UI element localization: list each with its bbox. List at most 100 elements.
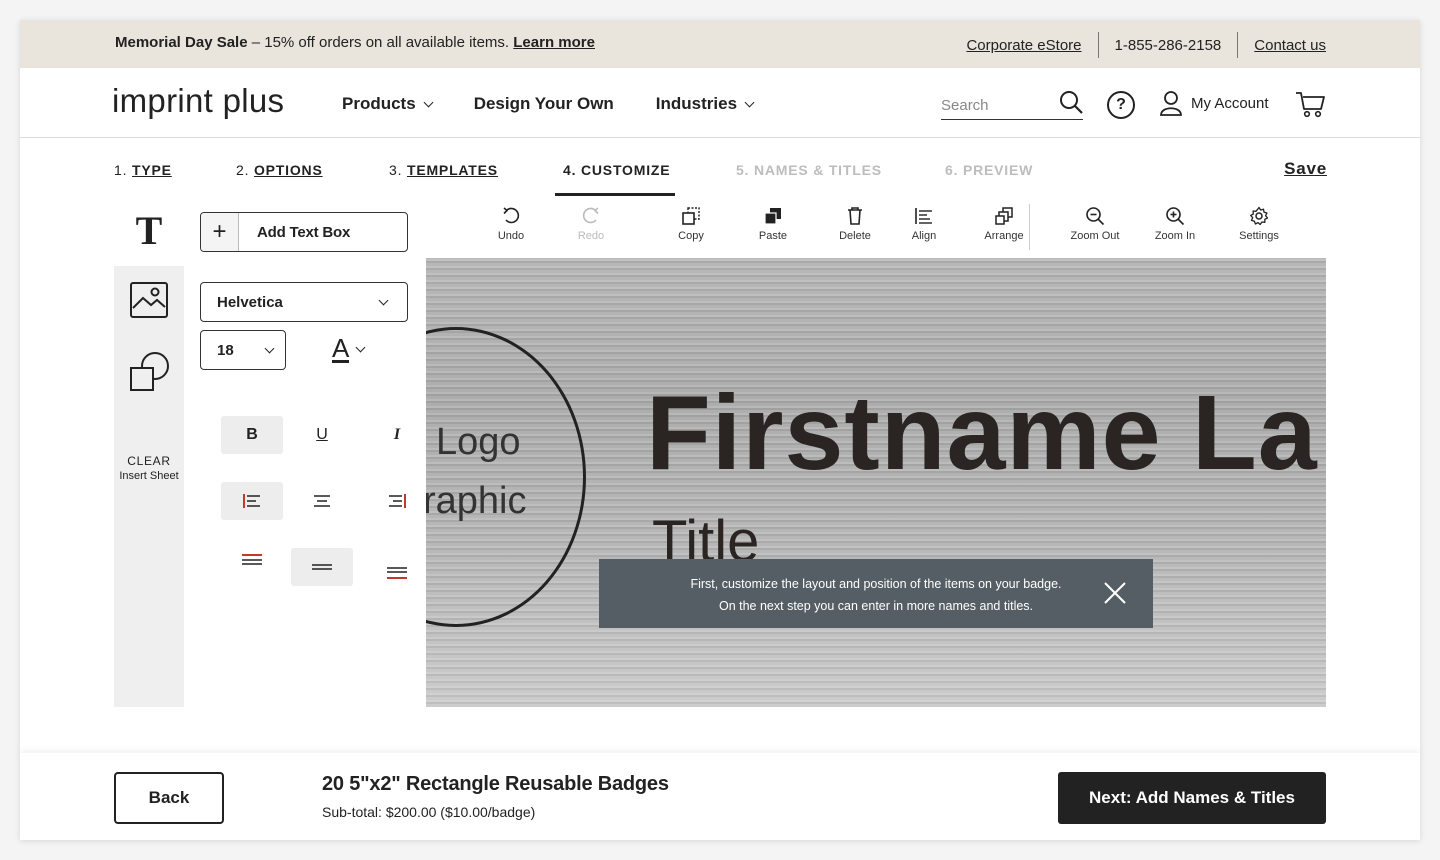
site-logo[interactable]: imprint plus bbox=[112, 82, 284, 120]
paste-label: Paste bbox=[758, 230, 788, 242]
redo-icon bbox=[582, 207, 599, 224]
subtotal: Sub-total: $200.00 ($10.00/badge) bbox=[322, 804, 536, 820]
help-icon[interactable]: ? bbox=[1107, 91, 1135, 119]
zoom-in-label: Zoom In bbox=[1154, 230, 1196, 242]
image-icon[interactable] bbox=[129, 280, 169, 320]
zoom-out-label: Zoom Out bbox=[1070, 230, 1120, 242]
step-number: 3. bbox=[389, 162, 403, 178]
undo-icon bbox=[503, 207, 520, 224]
valign-top-icon bbox=[242, 554, 262, 565]
align-button[interactable]: Align bbox=[889, 206, 959, 242]
undo-button[interactable]: Undo bbox=[476, 206, 546, 242]
toolbar-divider bbox=[1029, 204, 1030, 250]
next-button[interactable]: Next: Add Names & Titles bbox=[1058, 772, 1326, 824]
clear-insert-sheet-button[interactable]: CLEAR Insert Sheet bbox=[114, 454, 184, 482]
redo-button[interactable]: Redo bbox=[556, 206, 626, 242]
settings-button[interactable]: Settings bbox=[1224, 206, 1294, 242]
valign-middle-button[interactable] bbox=[291, 548, 353, 586]
text-tool-tab[interactable]: T bbox=[114, 196, 184, 266]
paste-button[interactable]: Paste bbox=[738, 206, 808, 242]
add-text-box-label: Add Text Box bbox=[257, 223, 351, 241]
valign-bottom-button[interactable] bbox=[366, 554, 428, 592]
nav-design-label: Design Your Own bbox=[473, 94, 614, 113]
name-text-box[interactable]: Firstname La bbox=[646, 373, 1318, 494]
align-left-icon bbox=[243, 494, 260, 508]
nav-products[interactable]: Products bbox=[342, 94, 434, 114]
zoom-out-button[interactable]: Zoom Out bbox=[1060, 206, 1130, 242]
align-label: Align bbox=[911, 230, 937, 242]
corporate-estore-link[interactable]: Corporate eStore bbox=[950, 37, 1097, 54]
back-button[interactable]: Back bbox=[114, 772, 224, 824]
step-names-titles: 5. NAMES & TITLES bbox=[736, 162, 882, 178]
promo-message: Memorial Day Sale – 15% off orders on al… bbox=[115, 34, 595, 51]
save-button[interactable]: Save bbox=[1284, 159, 1327, 179]
logo-placeholder-text[interactable]: Logo bbox=[436, 421, 521, 464]
italic-button[interactable]: I bbox=[366, 416, 428, 454]
main-nav: Products Design Your Own Industries bbox=[342, 94, 795, 114]
step-type[interactable]: 1. TYPE bbox=[114, 162, 172, 178]
step-number: 2. bbox=[236, 162, 250, 178]
step-navigation: 1. TYPE 2. OPTIONS 3. TEMPLATES 4. CUSTO… bbox=[20, 138, 1420, 196]
step-templates[interactable]: 3. TEMPLATES bbox=[389, 162, 498, 178]
close-icon[interactable] bbox=[1103, 581, 1127, 605]
chevron-down-icon bbox=[355, 342, 366, 353]
graphic-placeholder-text[interactable]: raphic bbox=[426, 480, 527, 523]
promo-title: Memorial Day Sale bbox=[115, 34, 248, 51]
nav-design-your-own[interactable]: Design Your Own bbox=[474, 94, 614, 114]
text-options-panel: + Add Text Box Helvetica 18 A B U I bbox=[184, 196, 426, 707]
tooltip-line: On the next step you can enter in more n… bbox=[718, 599, 1034, 613]
plus-icon: + bbox=[201, 213, 239, 251]
align-right-icon bbox=[389, 494, 406, 508]
shapes-icon[interactable] bbox=[129, 350, 169, 392]
learn-more-link[interactable]: Learn more bbox=[513, 34, 595, 51]
zoom-in-button[interactable]: Zoom In bbox=[1140, 206, 1210, 242]
valign-top-button[interactable] bbox=[221, 542, 283, 580]
copy-label: Copy bbox=[678, 230, 704, 242]
my-account-label: My Account bbox=[1191, 94, 1269, 112]
step-label: PREVIEW bbox=[962, 162, 1034, 178]
step-number: 5. bbox=[736, 162, 750, 178]
nav-industries[interactable]: Industries bbox=[656, 94, 755, 114]
text-color-picker[interactable]: A bbox=[332, 335, 366, 363]
font-family-select[interactable]: Helvetica bbox=[200, 282, 408, 322]
align-icon bbox=[915, 208, 932, 224]
step-options[interactable]: 2. OPTIONS bbox=[236, 162, 323, 178]
user-icon bbox=[1160, 91, 1182, 116]
step-number: 1. bbox=[114, 162, 128, 178]
bold-button[interactable]: B bbox=[221, 416, 283, 454]
product-name: 20 5"x2" Rectangle Reusable Badges bbox=[322, 773, 669, 795]
settings-label: Settings bbox=[1239, 230, 1279, 242]
align-right-button[interactable] bbox=[366, 482, 428, 520]
add-text-box-button[interactable]: + Add Text Box bbox=[200, 212, 408, 252]
copy-icon bbox=[682, 207, 700, 225]
badge-canvas[interactable]: Logo raphic Firstname La Title Undo Redo… bbox=[426, 196, 1326, 707]
underline-button[interactable]: U bbox=[291, 416, 353, 454]
contact-us-link[interactable]: Contact us bbox=[1238, 37, 1326, 54]
search-input[interactable]: Search bbox=[941, 90, 1083, 120]
step-customize[interactable]: 4. CUSTOMIZE bbox=[563, 162, 670, 178]
tool-rail: T CLEAR Insert Sheet bbox=[114, 196, 184, 707]
arrange-label: Arrange bbox=[984, 230, 1024, 242]
step-number: 4. bbox=[563, 162, 577, 178]
search-icon[interactable] bbox=[1059, 90, 1083, 114]
tooltip-line: First, customize the layout and position… bbox=[690, 577, 1062, 591]
copy-button[interactable]: Copy bbox=[656, 206, 726, 242]
my-account-link[interactable]: My Account bbox=[1159, 90, 1269, 116]
undo-label: Undo bbox=[497, 230, 525, 242]
trash-icon bbox=[848, 207, 862, 225]
logo-placeholder-circle[interactable] bbox=[426, 327, 586, 627]
redo-label: Redo bbox=[577, 230, 605, 242]
step-label: TYPE bbox=[131, 162, 172, 178]
cart-icon[interactable] bbox=[1294, 88, 1326, 120]
arrange-icon bbox=[995, 207, 1013, 225]
insert-sheet-label: Insert Sheet bbox=[119, 470, 179, 482]
align-center-icon bbox=[314, 495, 330, 507]
align-center-button[interactable] bbox=[291, 482, 353, 520]
align-left-button[interactable] bbox=[221, 482, 283, 520]
delete-button[interactable]: Delete bbox=[820, 206, 890, 242]
font-size-select[interactable]: 18 bbox=[200, 330, 286, 370]
step-label: NAMES & TITLES bbox=[753, 162, 882, 178]
promo-links: Corporate eStore 1-855-286-2158 Contact … bbox=[950, 32, 1326, 58]
title-text-box[interactable]: Title bbox=[652, 508, 759, 560]
product-summary: 20 5"x2" Rectangle Reusable Badges Sub-t… bbox=[322, 773, 669, 820]
